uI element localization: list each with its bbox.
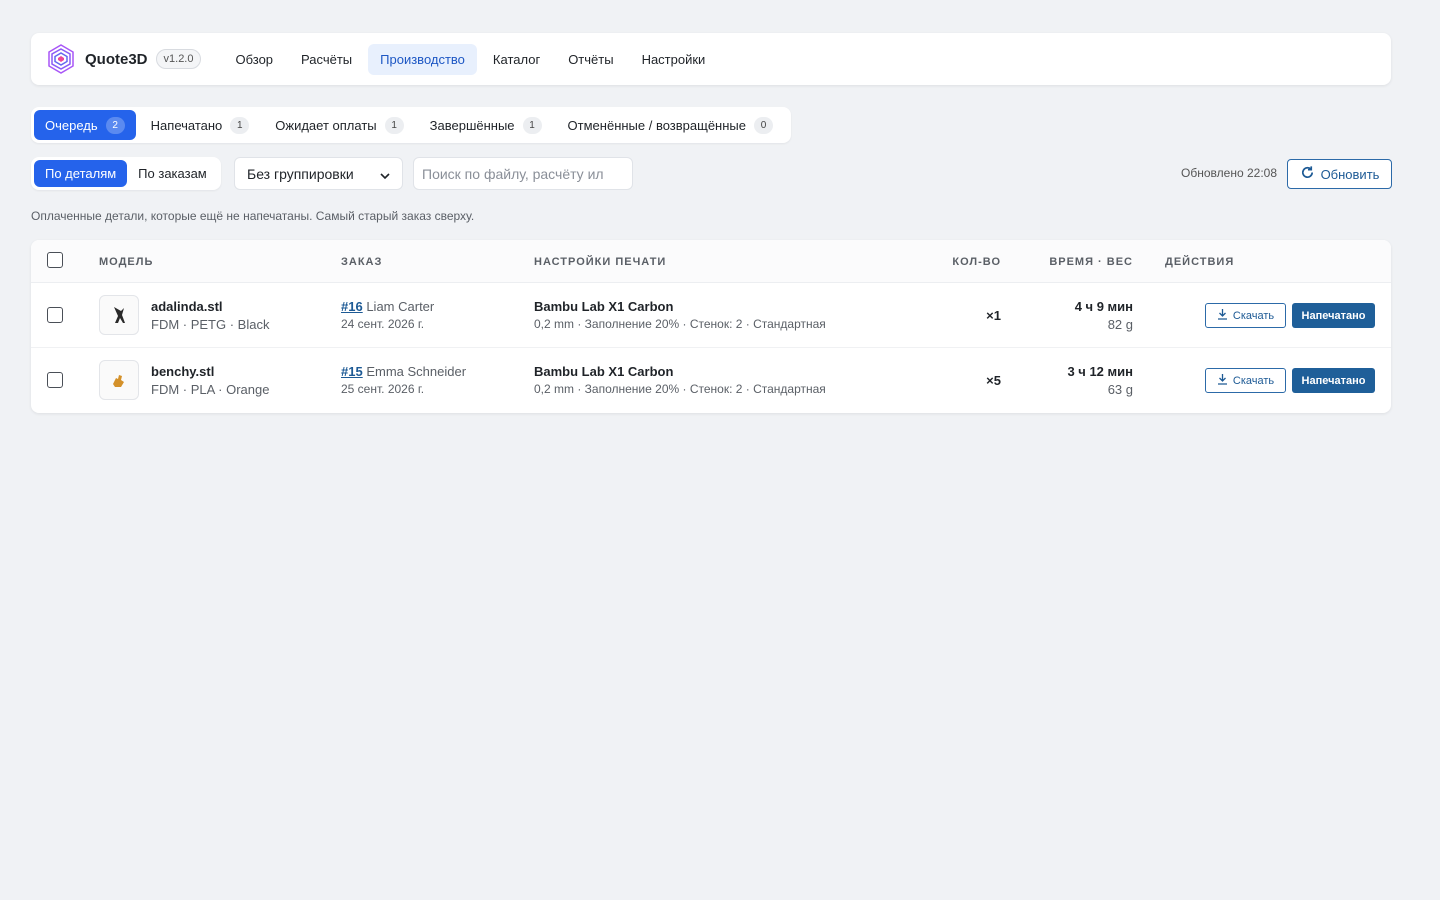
order-date: 25 сент. 2026 г.	[341, 382, 425, 396]
column-header-actions: ДЕЙСТВИЯ	[1165, 256, 1235, 268]
tab-cancelled[interactable]: Отменённые / возвращённые 0	[557, 110, 784, 140]
download-icon	[1217, 373, 1228, 388]
print-time: 4 ч 9 мин	[1074, 299, 1133, 314]
quantity: ×5	[986, 373, 1001, 388]
tab-label: Отменённые / возвращённые	[567, 117, 746, 133]
order-link[interactable]: #16	[341, 299, 363, 314]
customer-name: Liam Carter	[366, 299, 435, 314]
column-header-print-settings: НАСТРОЙКИ ПЕЧАТИ	[534, 256, 667, 268]
tab-count-badge: 0	[754, 116, 773, 134]
tab-count-badge: 1	[230, 116, 250, 134]
tab-label: Ожидает оплаты	[275, 117, 377, 133]
file-name: benchy.stl	[151, 364, 215, 379]
print-settings: 0,2 mm · Заполнение 20% · Стенок: 2 · Ст…	[534, 382, 826, 396]
nav-item-quotes[interactable]: Расчёты	[289, 44, 364, 75]
view-by-orders-button[interactable]: По заказам	[127, 160, 218, 187]
column-header-qty: КОЛ-ВО	[952, 256, 1001, 268]
main-nav: Обзор Расчёты Производство Каталог Отчёт…	[223, 43, 718, 75]
last-updated-text: Обновлено 22:08	[1181, 166, 1277, 180]
nav-item-reports[interactable]: Отчёты	[556, 44, 625, 75]
tab-count-badge: 1	[522, 116, 542, 134]
refresh-label: Обновить	[1320, 166, 1380, 182]
nav-item-production[interactable]: Производство	[368, 43, 477, 75]
nav-item-settings[interactable]: Настройки	[630, 44, 718, 75]
table-header: МОДЕЛЬ ЗАКАЗ НАСТРОЙКИ ПЕЧАТИ КОЛ-ВО ВРЕ…	[31, 240, 1391, 283]
version-badge: v1.2.0	[155, 49, 202, 69]
search-input[interactable]	[413, 157, 633, 190]
tab-count-badge: 2	[105, 116, 125, 134]
printer-name: Bambu Lab X1 Carbon	[534, 299, 674, 314]
download-label: Скачать	[1232, 309, 1275, 322]
tab-label: Очередь	[45, 117, 98, 133]
chevron-down-icon	[380, 166, 390, 182]
print-weight: 63 g	[1107, 382, 1133, 397]
model-thumbnail	[99, 360, 139, 400]
print-weight: 82 g	[1107, 317, 1133, 332]
top-navbar: Quote3D v1.2.0 Обзор Расчёты Производств…	[31, 33, 1391, 85]
quantity: ×1	[986, 308, 1001, 323]
nav-item-overview[interactable]: Обзор	[223, 44, 285, 75]
row-checkbox[interactable]	[47, 372, 63, 388]
download-button[interactable]: Скачать	[1205, 303, 1286, 328]
column-header-time-weight: ВРЕМЯ · ВЕС	[1049, 256, 1133, 268]
printer-name: Bambu Lab X1 Carbon	[534, 364, 674, 379]
table-row: adalinda.stl FDM · PETG · Black #16 Liam…	[31, 283, 1391, 348]
grouping-select[interactable]: Без группировки	[234, 157, 403, 190]
row-checkbox[interactable]	[47, 307, 63, 323]
tab-label: Напечатано	[150, 117, 223, 133]
print-time: 3 ч 12 мин	[1067, 364, 1133, 379]
select-all-checkbox[interactable]	[47, 252, 63, 268]
download-icon	[1217, 308, 1228, 323]
app-name: Quote3D	[85, 50, 148, 68]
view-by-parts-button[interactable]: По деталям	[34, 160, 128, 187]
tab-label: Завершённые	[429, 117, 515, 133]
tab-printed[interactable]: Напечатано 1	[140, 110, 261, 140]
order-link[interactable]: #15	[341, 364, 363, 379]
app-logo-icon[interactable]	[45, 43, 77, 75]
print-settings: 0,2 mm · Заполнение 20% · Стенок: 2 · Ст…	[534, 317, 826, 331]
download-label: Скачать	[1232, 374, 1275, 387]
status-tabs: Очередь 2 Напечатано 1 Ожидает оплаты 1 …	[31, 107, 791, 143]
download-button[interactable]: Скачать	[1205, 368, 1286, 393]
tab-completed[interactable]: Завершённые 1	[419, 110, 553, 140]
mark-printed-button[interactable]: Напечатано	[1292, 303, 1375, 328]
grouping-selected-value: Без группировки	[247, 165, 354, 182]
column-header-order: ЗАКАЗ	[341, 256, 383, 268]
toolbar: По деталям По заказам Без группировки Об…	[31, 157, 1392, 190]
tab-count-badge: 1	[384, 116, 404, 134]
mark-printed-button[interactable]: Напечатано	[1292, 368, 1375, 393]
order-date: 24 сент. 2026 г.	[341, 317, 425, 331]
order-info: #15 Emma Schneider	[341, 364, 466, 379]
table-row: benchy.stl FDM · PLA · Orange #15 Emma S…	[31, 348, 1391, 413]
model-thumbnail	[99, 295, 139, 335]
nav-item-catalog[interactable]: Каталог	[481, 44, 552, 75]
file-meta: FDM · PLA · Orange	[151, 382, 270, 397]
tab-queue[interactable]: Очередь 2	[34, 110, 136, 140]
order-info: #16 Liam Carter	[341, 299, 434, 314]
column-header-model: МОДЕЛЬ	[99, 256, 154, 268]
file-name: adalinda.stl	[151, 299, 223, 314]
tab-awaiting-payment[interactable]: Ожидает оплаты 1	[264, 110, 414, 140]
refresh-button[interactable]: Обновить	[1287, 159, 1392, 189]
queue-description: Оплаченные детали, которые ещё не напеча…	[31, 209, 475, 223]
view-toggle: По деталям По заказам	[31, 157, 221, 190]
parts-table: МОДЕЛЬ ЗАКАЗ НАСТРОЙКИ ПЕЧАТИ КОЛ-ВО ВРЕ…	[31, 240, 1391, 413]
customer-name: Emma Schneider	[366, 364, 467, 379]
file-meta: FDM · PETG · Black	[151, 317, 270, 332]
refresh-icon	[1300, 165, 1315, 183]
